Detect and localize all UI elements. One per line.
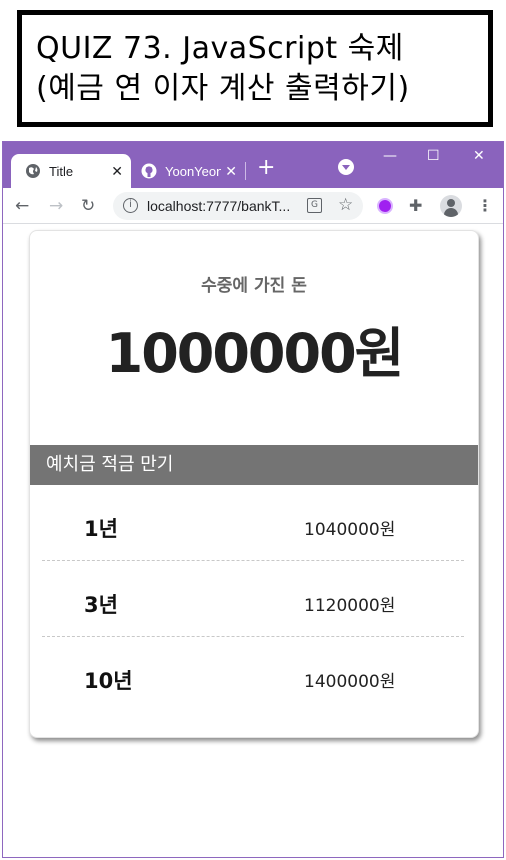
cash-amount: 1000000원 [105, 322, 405, 385]
maturity-amount: 1120000원 [304, 596, 396, 616]
tab-label: YoonYeon [165, 163, 221, 179]
extensions-puzzle-icon[interactable]: ✚ [409, 196, 422, 215]
tab-search-icon[interactable] [338, 159, 354, 175]
maximize-button[interactable]: ☐ [427, 148, 440, 164]
term-label: 1년 [84, 517, 118, 541]
quiz-title-banner: QUIZ 73. JavaScript 숙제 (예금 연 이자 계산 출력하기) [17, 10, 493, 127]
close-window-button[interactable]: ✕ [473, 148, 485, 164]
banner-line-1: QUIZ 73. JavaScript 숙제 [36, 30, 404, 66]
cash-label: 수중에 가진 돈 [201, 276, 307, 296]
tab-label: Title [49, 163, 74, 179]
term-label: 10년 [84, 669, 133, 693]
list-item: 1년 1040000원 [42, 485, 464, 561]
info-icon[interactable]: i [123, 198, 138, 213]
url-text[interactable]: localhost:7777/bankT... [147, 198, 290, 214]
close-tab-icon[interactable]: ✕ [111, 163, 123, 179]
close-tab-icon[interactable]: ✕ [225, 163, 237, 179]
browser-window: Title ✕ YoonYeon ✕ + — ☐ ✕ ← → ↻ i local… [2, 141, 504, 858]
list-item: 3년 1120000원 [42, 561, 464, 637]
address-bar[interactable]: i localhost:7777/bankT... G ☆ [113, 192, 363, 220]
banner-line-2: (예금 연 이자 계산 출력하기) [36, 70, 410, 106]
maturity-amount: 1400000원 [304, 672, 396, 692]
tab-github[interactable]: YoonYeon ✕ [133, 154, 245, 188]
maturity-amount: 1040000원 [304, 520, 396, 540]
browser-toolbar: ← → ↻ i localhost:7777/bankT... G ☆ ✚ ⋮ [3, 188, 503, 224]
maturity-list: 1년 1040000원 3년 1120000원 10년 1400000원 [42, 485, 464, 713]
tab-bar: Title ✕ YoonYeon ✕ + — ☐ ✕ [3, 142, 503, 188]
term-label: 3년 [84, 593, 118, 617]
extension-icon[interactable] [377, 198, 393, 214]
globe-icon [25, 163, 41, 179]
minimize-button[interactable]: — [383, 148, 397, 164]
new-tab-button[interactable]: + [257, 156, 275, 180]
deposit-section-header: 예치금 적금 만기 [30, 445, 478, 485]
bank-card: 수중에 가진 돈 1000000원 예치금 적금 만기 1년 1040000원 … [29, 230, 479, 738]
back-arrow-icon[interactable]: ← [15, 197, 29, 215]
bookmark-star-icon[interactable]: ☆ [338, 196, 353, 214]
reload-icon[interactable]: ↻ [81, 197, 95, 215]
list-item: 10년 1400000원 [42, 637, 464, 713]
forward-arrow-icon[interactable]: → [49, 197, 63, 215]
tab-title-page[interactable]: Title ✕ [11, 154, 131, 188]
menu-kebab-icon[interactable]: ⋮ [477, 196, 493, 215]
tab-separator [245, 162, 246, 180]
profile-avatar-icon[interactable] [440, 195, 462, 217]
translate-icon[interactable]: G [307, 198, 322, 213]
github-icon [141, 163, 157, 179]
